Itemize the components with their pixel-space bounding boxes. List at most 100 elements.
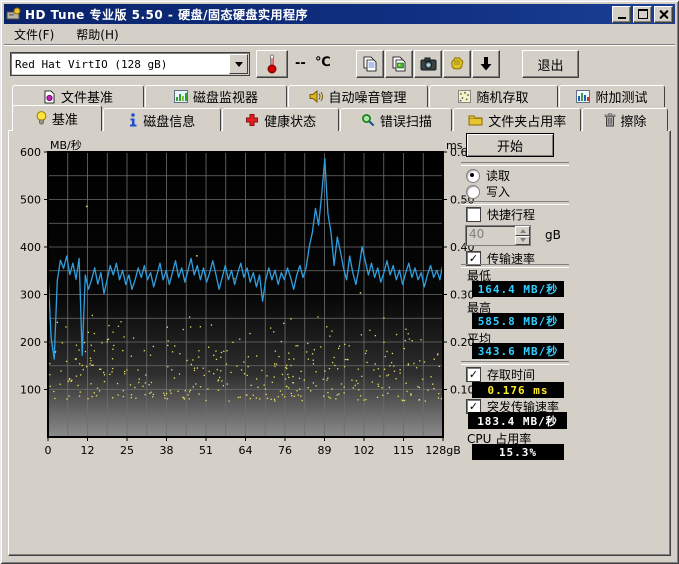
tab-label: 附加测试: [595, 87, 647, 106]
maximum-value-display: 585.8 MB/秒: [472, 313, 564, 329]
random-access-icon: [458, 90, 471, 103]
short-stroke-checkbox[interactable]: 快捷行程: [466, 206, 535, 223]
tab-row-primary: 基准 磁盘信息 健康状态 错误扫描: [12, 107, 669, 131]
short-stroke-value: 40: [466, 226, 515, 245]
temperature-value: --: [295, 56, 306, 71]
screenshot-button[interactable]: [414, 50, 442, 78]
toolbar: Red Hat VirtIO (128 gB) -- ℃: [4, 44, 675, 82]
thermometer-icon: [266, 54, 278, 74]
tab-label: 基准: [52, 109, 78, 128]
tab-label: 文件夹占用率: [488, 111, 566, 130]
exit-button-label: 退出: [537, 55, 563, 74]
tab-file-benchmark[interactable]: 文件基准: [12, 85, 144, 107]
short-stroke-label: 快捷行程: [487, 206, 535, 223]
write-radio[interactable]: 写入: [466, 183, 510, 200]
burst-rate-display: 183.4 MB/秒: [468, 412, 567, 429]
access-time-checkbox[interactable]: ✓ 存取时间: [466, 366, 535, 383]
magnifier-icon: [361, 113, 375, 127]
speaker-icon: [309, 90, 323, 103]
trash-icon: [604, 113, 616, 127]
stepper-up-button[interactable]: [515, 226, 530, 236]
stepper-down-button[interactable]: [515, 236, 530, 246]
separator: [461, 201, 569, 205]
copy-image-button[interactable]: [385, 50, 413, 78]
checkbox-icon: [466, 207, 481, 222]
drive-select-value: Red Hat VirtIO (128 gB): [11, 58, 229, 71]
drive-select[interactable]: Red Hat VirtIO (128 gB): [10, 52, 250, 76]
start-button[interactable]: 开始: [466, 133, 554, 157]
tab-benchmark[interactable]: 基准: [12, 105, 102, 131]
access-time-label: 存取时间: [487, 366, 535, 383]
copy-image-icon: [391, 56, 407, 72]
tab-random-access[interactable]: 随机存取: [429, 85, 558, 107]
window-title: HD Tune 专业版 5.50 - 硬盘/固态硬盘实用程序: [25, 6, 610, 23]
copy-icon: [362, 56, 378, 72]
benchmark-tab-page: [8, 130, 671, 556]
average-value-display: 343.6 MB/秒: [472, 343, 564, 359]
menu-file[interactable]: 文件(F): [10, 25, 58, 44]
short-stroke-size-stepper[interactable]: 40: [465, 225, 531, 246]
close-button[interactable]: [654, 6, 673, 23]
acoustic-button[interactable]: [443, 50, 471, 78]
cpu-usage-display: 15.3%: [472, 444, 564, 460]
tab-label: 自动噪音管理: [328, 87, 406, 106]
radio-icon: [466, 185, 480, 199]
hand-icon: [449, 56, 465, 72]
write-radio-label: 写入: [486, 183, 510, 200]
tab-label: 随机存取: [476, 87, 528, 106]
tab-extra-tests[interactable]: 附加测试: [559, 85, 665, 107]
hd-tune-window: HD Tune 专业版 5.50 - 硬盘/固态硬盘实用程序 文件(F) 帮助(…: [0, 0, 679, 564]
tab-erase[interactable]: 擦除: [582, 108, 668, 131]
temperature-button[interactable]: [256, 50, 288, 78]
read-radio-label: 读取: [486, 167, 510, 184]
tab-row-secondary: 文件基准 磁盘监视器 自动噪音管理 随机存取: [12, 85, 669, 107]
tab-error-scan[interactable]: 错误扫描: [340, 108, 452, 131]
file-benchmark-icon: [43, 90, 56, 104]
tab-label: 错误扫描: [380, 111, 432, 130]
drive-select-dropdown-button[interactable]: [229, 54, 248, 74]
lightbulb-icon: [36, 111, 47, 126]
tab-label: 文件基准: [61, 87, 113, 106]
tab-health[interactable]: 健康状态: [222, 108, 340, 131]
tab-label: 擦除: [621, 111, 647, 130]
copy-text-button[interactable]: [356, 50, 384, 78]
chevron-down-icon: [235, 62, 243, 67]
maximize-button[interactable]: [633, 6, 652, 23]
tab-folder-usage[interactable]: 文件夹占用率: [453, 108, 581, 131]
close-icon: [659, 10, 668, 19]
health-cross-icon: [245, 113, 259, 127]
tab-disk-monitor[interactable]: 磁盘监视器: [145, 85, 287, 107]
tab-label: 磁盘监视器: [193, 87, 258, 106]
maximize-icon: [638, 9, 648, 19]
tab-label: 磁盘信息: [143, 111, 195, 130]
extra-tests-icon: [576, 90, 590, 103]
read-radio[interactable]: 读取: [466, 167, 510, 184]
start-button-label: 开始: [497, 136, 523, 155]
minimize-icon: [618, 17, 626, 19]
access-time-display: 0.176 ms: [472, 382, 564, 398]
tab-label: 健康状态: [264, 111, 316, 130]
separator: [461, 162, 569, 166]
disk-monitor-icon: [174, 90, 188, 103]
checkbox-checked-icon: ✓: [466, 367, 481, 382]
radio-icon: [466, 169, 480, 183]
minimize-button[interactable]: [612, 6, 631, 23]
save-results-button[interactable]: [472, 50, 500, 78]
chevron-up-icon: [520, 229, 526, 233]
camera-icon: [420, 57, 437, 71]
app-icon: [6, 7, 21, 22]
tab-disk-info[interactable]: 磁盘信息: [103, 108, 221, 131]
info-icon: [128, 113, 138, 127]
chevron-down-icon: [520, 238, 526, 242]
tab-acoustic-management[interactable]: 自动噪音管理: [288, 85, 428, 107]
menubar: 文件(F) 帮助(H): [4, 24, 675, 44]
folder-icon: [468, 114, 483, 126]
menu-help[interactable]: 帮助(H): [72, 25, 122, 44]
minimum-value-display: 164.4 MB/秒: [472, 281, 564, 297]
exit-button[interactable]: 退出: [522, 50, 579, 78]
download-arrow-icon: [479, 56, 493, 72]
short-stroke-unit: gB: [545, 228, 561, 242]
temperature-unit: ℃: [315, 55, 331, 70]
titlebar[interactable]: HD Tune 专业版 5.50 - 硬盘/固态硬盘实用程序: [4, 4, 675, 24]
separator: [461, 361, 569, 365]
